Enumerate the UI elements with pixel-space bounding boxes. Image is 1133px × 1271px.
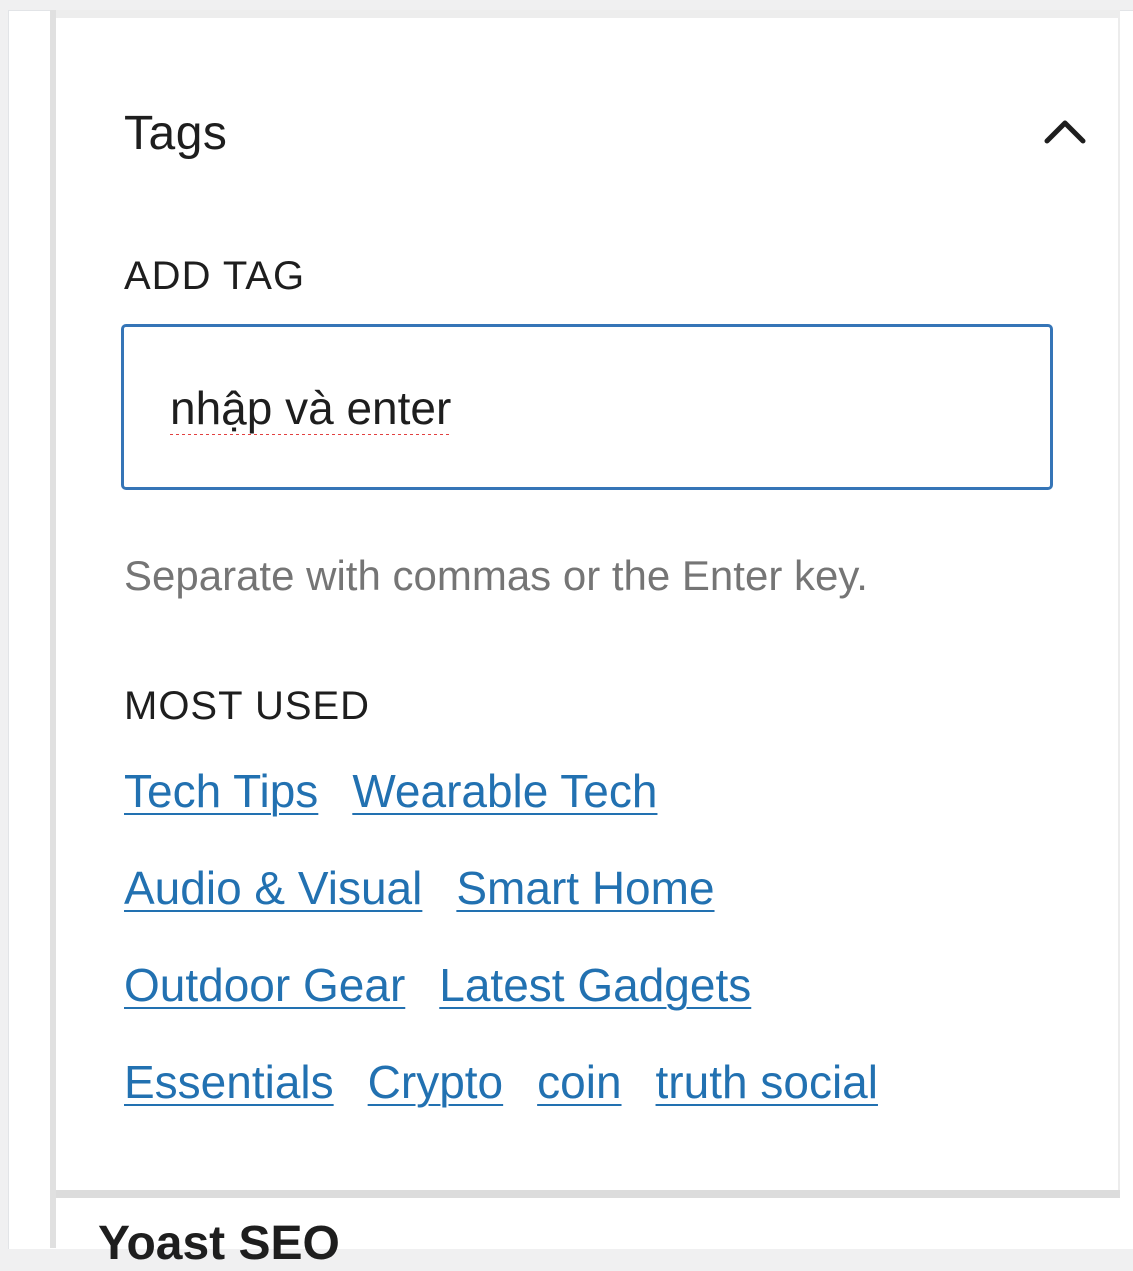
tag-link[interactable]: truth social <box>656 1055 878 1109</box>
panel-title: Tags <box>124 107 228 160</box>
tag-link[interactable]: Audio & Visual <box>124 861 422 915</box>
add-tag-input[interactable] <box>170 381 990 435</box>
tag-link[interactable]: Tech Tips <box>124 764 318 818</box>
bottom-divider <box>56 1190 1120 1198</box>
help-text: Separate with commas or the Enter key. <box>124 552 868 599</box>
tag-link[interactable]: Outdoor Gear <box>124 958 405 1012</box>
tag-link[interactable]: Smart Home <box>456 861 714 915</box>
tag-input-container[interactable] <box>121 324 1053 490</box>
tag-link[interactable]: coin <box>537 1055 621 1109</box>
tag-link[interactable]: Essentials <box>124 1055 334 1109</box>
tag-row: Essentials Crypto coin truth social <box>124 1055 1084 1152</box>
chevron-up-icon <box>1044 120 1086 144</box>
tag-row: Outdoor Gear Latest Gadgets <box>124 958 1084 1055</box>
sidebar-left-rail <box>50 10 56 1248</box>
tag-link[interactable]: Crypto <box>368 1055 503 1109</box>
collapse-panel-button[interactable] <box>1036 106 1094 156</box>
add-tag-label: ADD TAG <box>124 254 306 298</box>
tag-link[interactable]: Wearable Tech <box>352 764 657 818</box>
most-used-label: MOST USED <box>124 684 371 728</box>
top-divider <box>56 10 1120 18</box>
yoast-seo-panel-title[interactable]: Yoast SEO <box>98 1216 340 1271</box>
tag-row: Audio & Visual Smart Home <box>124 861 1084 958</box>
most-used-tags: Tech Tips Wearable Tech Audio & Visual S… <box>124 764 1084 1152</box>
tag-link[interactable]: Latest Gadgets <box>439 958 751 1012</box>
tags-panel: Tags ADD TAG Separate with commas or the… <box>58 18 1120 1190</box>
tag-row: Tech Tips Wearable Tech <box>124 764 1084 861</box>
